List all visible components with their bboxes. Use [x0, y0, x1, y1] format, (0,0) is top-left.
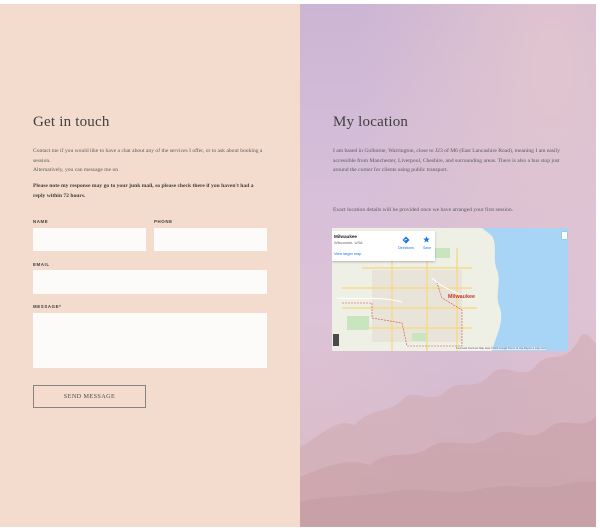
name-label: NAME: [33, 219, 49, 224]
contact-alternative: Alternatively, you can message me on: [33, 167, 119, 173]
map-attribution: Keyboard shortcuts Map data ©2022 Google…: [456, 347, 546, 350]
map-fullscreen-button[interactable]: [562, 232, 567, 239]
location-details-note: Exact location details will be provided …: [333, 207, 514, 213]
map-place-card: Milwaukee Wisconsin, USA View larger map…: [332, 231, 435, 261]
junk-mail-note: Please note my response may go to your j…: [33, 183, 254, 199]
location-title: My location: [333, 114, 409, 130]
email-label: EMAIL: [33, 262, 50, 267]
message-label: MESSAGE*: [33, 304, 62, 309]
send-message-button[interactable]: SEND MESSAGE: [33, 385, 146, 408]
save-label[interactable]: Save: [423, 246, 431, 250]
directions-icon[interactable]: [402, 236, 410, 244]
map-place-name: Milwaukee: [334, 234, 357, 239]
phone-label: PHONE: [154, 219, 173, 224]
location-description: I am based in Golborne, Warrington, clos…: [333, 148, 560, 173]
save-star-icon[interactable]: [423, 236, 430, 243]
directions-label[interactable]: Directions: [398, 246, 414, 250]
view-larger-map-link[interactable]: View larger map: [334, 252, 361, 256]
embedded-map[interactable]: Milwaukee Wisconsin, USA View larger map…: [332, 228, 568, 351]
map-place-region: Wisconsin, USA: [334, 240, 363, 245]
map-city-label: Milwaukee: [448, 294, 475, 300]
street-view-pegman-icon[interactable]: [333, 334, 339, 346]
phone-input[interactable]: [154, 228, 267, 251]
contact-title: Get in touch: [33, 114, 110, 130]
email-input[interactable]: [33, 270, 267, 294]
message-textarea[interactable]: [33, 313, 267, 368]
contact-intro: Contact me if you would like to have a c…: [33, 148, 263, 164]
name-input[interactable]: [33, 228, 146, 251]
